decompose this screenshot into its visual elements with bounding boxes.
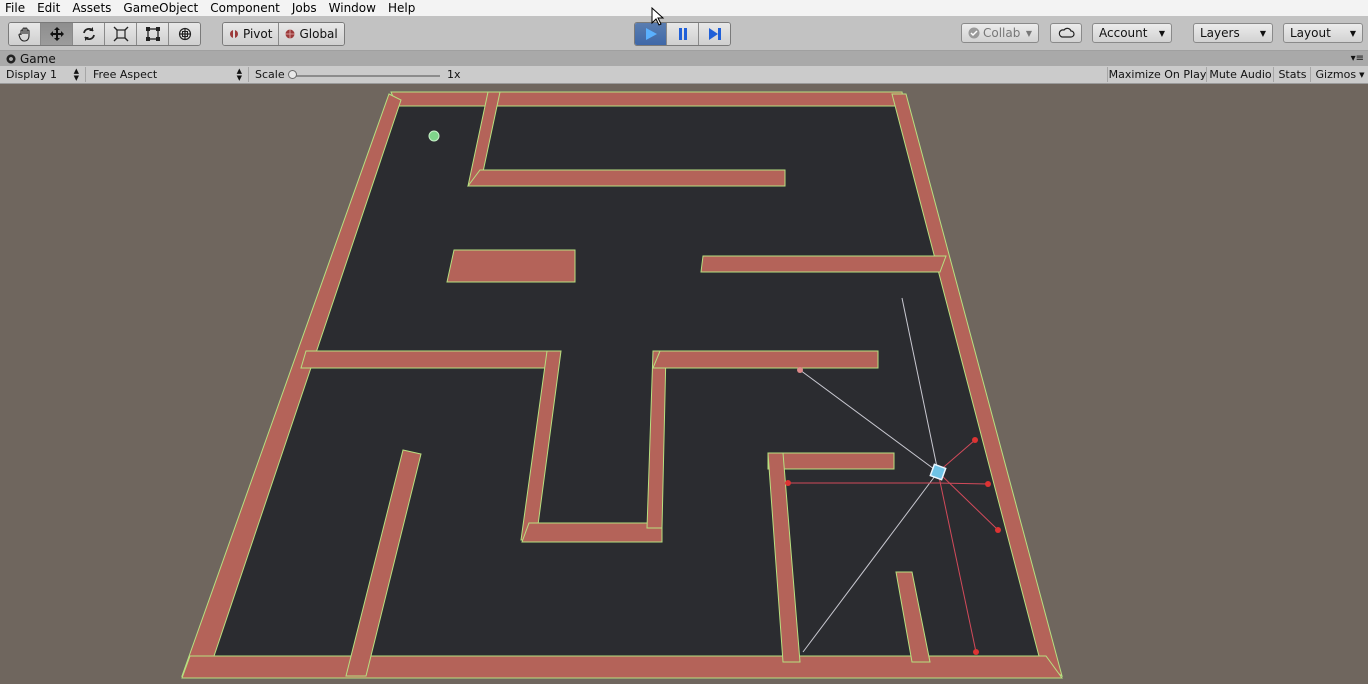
toolbar: Pivot Global Collab ▼ Account ▼ Layers ▼… [0, 16, 1368, 51]
maze-scene [181, 91, 1063, 679]
pivot-icon [230, 30, 238, 38]
layout-label: Layout [1290, 26, 1331, 40]
pivot-label: Pivot [243, 27, 273, 41]
wall-center-top [652, 350, 879, 369]
wall-top-horizontal [467, 169, 786, 187]
rect-tool-button[interactable] [137, 23, 169, 45]
cloud-icon [1058, 27, 1075, 38]
chevron-down-icon: ▼ [1359, 70, 1365, 79]
transform-tools [8, 22, 201, 46]
tab-menu-icon[interactable]: ▾≡ [1351, 51, 1364, 66]
scale-label: Scale [255, 68, 285, 81]
menu-window[interactable]: Window [323, 0, 382, 16]
layers-label: Layers [1200, 26, 1240, 40]
menu-component[interactable]: Component [204, 0, 286, 16]
wall-lower-right-top [767, 452, 895, 470]
layers-dropdown[interactable]: Layers ▼ [1193, 23, 1273, 43]
aspect-dropdown[interactable]: Free Aspect ▲ ▼ [87, 67, 249, 82]
cloud-button[interactable] [1050, 23, 1082, 43]
wall-top [390, 91, 905, 107]
menu-edit[interactable]: Edit [31, 0, 66, 16]
hand-tool-button[interactable] [9, 23, 41, 45]
player-icon [428, 130, 440, 142]
transform-tool-button[interactable] [169, 23, 200, 45]
maximize-on-play-toggle[interactable]: Maximize On Play [1107, 67, 1207, 82]
play-icon [645, 28, 657, 40]
display-dropdown[interactable]: Display 1 ▲ ▼ [0, 67, 86, 82]
account-label: Account [1099, 26, 1148, 40]
chevron-down-icon: ▼ [1349, 28, 1356, 38]
gizmos-label: Gizmos [1315, 68, 1357, 81]
stats-toggle[interactable]: Stats [1273, 67, 1311, 82]
stats-label: Stats [1278, 68, 1307, 81]
collab-label: Collab [983, 26, 1021, 40]
global-label: Global [299, 27, 338, 41]
chevron-down-icon: ▼ [1025, 28, 1032, 38]
pivot-global-group: Pivot Global [222, 22, 345, 46]
step-icon [708, 28, 721, 40]
rect-tool-icon [145, 27, 160, 41]
rotate-tool-icon [82, 27, 95, 41]
collab-button[interactable]: Collab ▼ [961, 23, 1039, 43]
scale-tool-button[interactable] [105, 23, 137, 45]
tab-bar: Game ▾≡ [0, 51, 1368, 66]
menu-help[interactable]: Help [382, 0, 421, 16]
updown-arrows-icon: ▲ ▼ [73, 66, 79, 82]
global-toggle[interactable]: Global [279, 23, 344, 45]
transform-tool-icon [178, 27, 191, 41]
move-tool-icon [49, 27, 64, 41]
globe-icon [285, 29, 295, 39]
scale-value: 1x [447, 68, 461, 81]
scale-tool-icon [113, 26, 128, 42]
wall-center-bottom [521, 522, 663, 543]
menu-jobs[interactable]: Jobs [286, 0, 323, 16]
scale-slider-track[interactable] [292, 75, 440, 77]
check-icon [968, 27, 980, 39]
gizmos-dropdown[interactable]: Gizmos ▼ [1310, 67, 1368, 82]
wall-left-horizontal [300, 350, 561, 369]
chevron-down-icon: ▼ [1259, 28, 1266, 38]
layout-dropdown[interactable]: Layout ▼ [1283, 23, 1363, 43]
chevron-down-icon: ▼ [1158, 28, 1165, 38]
mute-label: Mute Audio [1209, 68, 1272, 81]
game-viewport[interactable] [0, 84, 1368, 684]
pivot-toggle[interactable]: Pivot [223, 23, 280, 45]
rotate-tool-button[interactable] [73, 23, 105, 45]
wall-bottom [181, 655, 1063, 679]
game-tab-title: Game [20, 51, 56, 66]
menu-file[interactable]: File [0, 0, 31, 16]
mouse-cursor-icon [651, 7, 665, 26]
game-tab-icon [6, 54, 16, 63]
menu-assets[interactable]: Assets [66, 0, 117, 16]
pause-icon [678, 28, 687, 40]
wall-right-horizontal [700, 255, 947, 273]
wall-block [446, 249, 576, 283]
maximize-label: Maximize On Play [1108, 68, 1207, 81]
play-controls [634, 22, 731, 46]
pause-button[interactable] [667, 23, 699, 45]
aspect-label: Free Aspect [93, 68, 158, 81]
scale-slider-thumb[interactable] [288, 70, 297, 79]
hand-tool-icon [17, 27, 30, 42]
mute-audio-toggle[interactable]: Mute Audio [1206, 67, 1274, 82]
game-view-bar: Display 1 ▲ ▼ Free Aspect ▲ ▼ Scale 1x Max… [0, 66, 1368, 84]
updown-arrows-icon: ▲ ▼ [236, 66, 242, 82]
menu-bar: File Edit Assets GameObject Component Jo… [0, 0, 1368, 16]
tab-game[interactable]: Game [0, 51, 62, 66]
move-tool-button[interactable] [41, 23, 73, 45]
account-dropdown[interactable]: Account ▼ [1092, 23, 1172, 43]
display-label: Display 1 [6, 68, 58, 81]
menu-gameobject[interactable]: GameObject [117, 0, 204, 16]
step-button[interactable] [699, 23, 730, 45]
